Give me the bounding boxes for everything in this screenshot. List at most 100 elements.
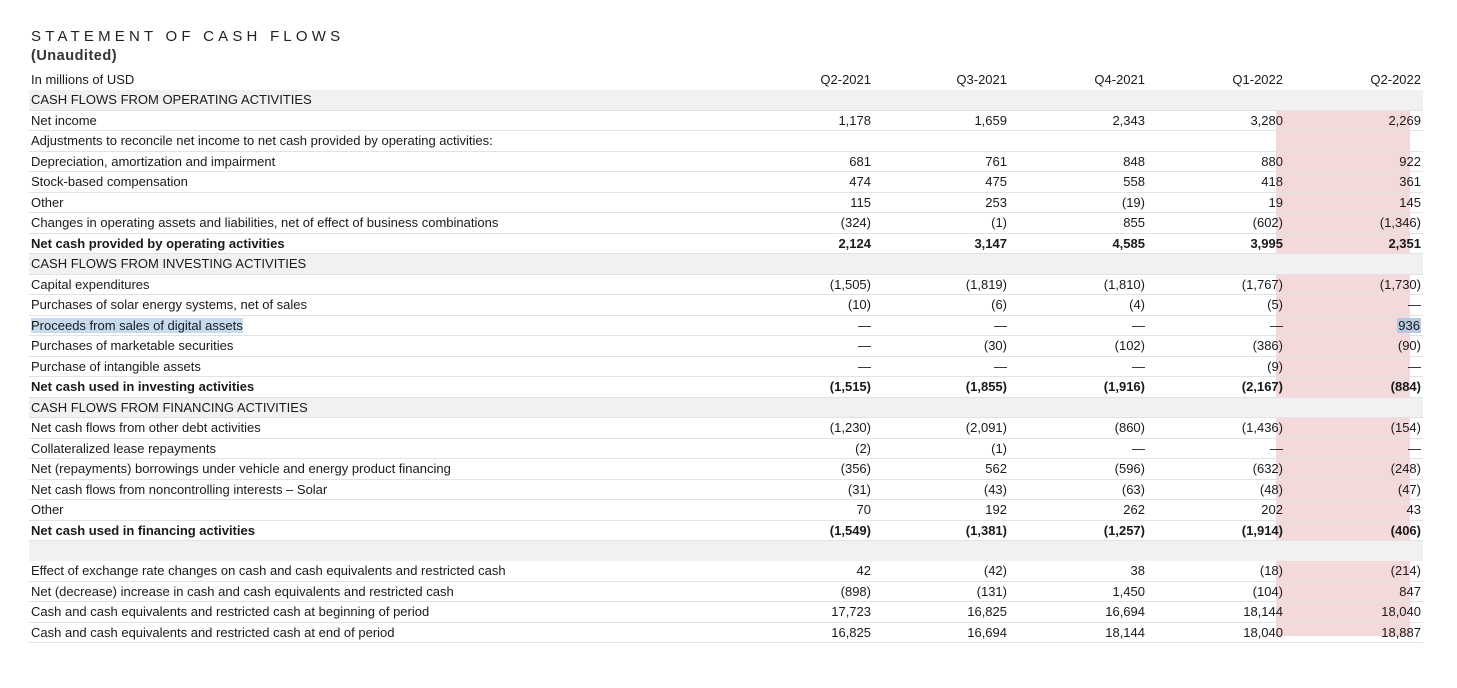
- value-cell: 1,450: [1009, 581, 1147, 602]
- value-cell: 202: [1147, 499, 1285, 521]
- row-label: Other: [29, 499, 601, 521]
- value-cell: (1,916): [1009, 376, 1147, 398]
- value-cell: [1009, 90, 1147, 111]
- value-cell: 17,723: [601, 601, 871, 623]
- value-cell: 855: [1009, 212, 1147, 234]
- value-cell: 3,280: [1147, 110, 1285, 131]
- value-cell: 38: [1009, 561, 1147, 582]
- value-cell: (2): [601, 438, 871, 459]
- row-label: Effect of exchange rate changes on cash …: [29, 561, 601, 582]
- section-header-row: CASH FLOWS FROM FINANCING ACTIVITIES: [29, 397, 1423, 418]
- value-cell: (42): [871, 561, 1009, 582]
- value-cell: 562: [871, 458, 1009, 480]
- value-cell: 192: [871, 499, 1009, 521]
- table-row: Cash and cash equivalents and restricted…: [29, 622, 1423, 643]
- value-cell: [601, 130, 871, 152]
- value-cell: 474: [601, 171, 871, 193]
- row-label: Purchase of intangible assets: [29, 356, 601, 377]
- selected-value[interactable]: 936: [1397, 317, 1421, 333]
- value-cell: (154): [1285, 417, 1423, 439]
- value-cell: [1009, 397, 1147, 418]
- period-header: Q4-2021: [1094, 72, 1145, 88]
- value-cell: 253: [871, 192, 1009, 213]
- value-cell: 18,887: [1285, 622, 1423, 643]
- value-cell: [1009, 540, 1147, 561]
- value-cell: (1,914): [1147, 520, 1285, 541]
- value-cell: (1,505): [601, 274, 871, 295]
- value-cell: (324): [601, 212, 871, 234]
- value-cell: (90): [1285, 335, 1423, 357]
- value-cell: 145: [1285, 192, 1423, 213]
- selected-text[interactable]: Proceeds from sales of digital assets: [31, 317, 243, 333]
- value-cell: (1,257): [1009, 520, 1147, 541]
- row-label: Purchases of marketable securities: [29, 335, 601, 357]
- value-cell: [1147, 253, 1285, 275]
- table-row: Adjustments to reconcile net income to n…: [29, 130, 1423, 152]
- row-label: Net (repayments) borrowings under vehicl…: [29, 458, 601, 480]
- row-label: Proceeds from sales of digital assets: [29, 315, 601, 336]
- table-row: Net income 1,178 1,659 2,343 3,280 2,269: [29, 110, 1423, 131]
- table-row: Collateralized lease repayments (2) (1) — — —: [29, 438, 1423, 459]
- value-cell: (1,730): [1285, 274, 1423, 295]
- statement-subtitle: (Unaudited): [31, 48, 118, 64]
- value-cell: [1285, 540, 1423, 561]
- value-cell: (131): [871, 581, 1009, 602]
- value-cell: [1285, 253, 1423, 275]
- value-cell: —: [601, 356, 871, 377]
- row-label: Other: [29, 192, 601, 213]
- value-cell: (898): [601, 581, 871, 602]
- row-label: CASH FLOWS FROM FINANCING ACTIVITIES: [29, 397, 601, 418]
- table-row: Cash and cash equivalents and restricted…: [29, 601, 1423, 623]
- total-row: Net cash provided by operating activitie…: [29, 233, 1423, 254]
- value-cell: (1,381): [871, 520, 1009, 541]
- value-cell: 3,995: [1147, 233, 1285, 254]
- row-label: CASH FLOWS FROM INVESTING ACTIVITIES: [29, 253, 601, 275]
- period-header: Q2-2021: [820, 72, 871, 88]
- value-cell: (386): [1147, 335, 1285, 357]
- value-cell: 847: [1285, 581, 1423, 602]
- value-cell: 848: [1009, 151, 1147, 172]
- value-cell: [1147, 540, 1285, 561]
- value-cell: 18,040: [1285, 601, 1423, 623]
- value-cell: (2,091): [871, 417, 1009, 439]
- value-cell: (632): [1147, 458, 1285, 480]
- value-cell: 262: [1009, 499, 1147, 521]
- value-cell: (6): [871, 294, 1009, 316]
- value-cell: (31): [601, 479, 871, 500]
- value-cell: —: [1147, 315, 1285, 336]
- value-cell: 70: [601, 499, 871, 521]
- value-cell: (1): [871, 438, 1009, 459]
- table-row: Proceeds from sales of digital assets — — —…: [29, 315, 1423, 336]
- value-cell: [1147, 397, 1285, 418]
- value-cell: (1,346): [1285, 212, 1423, 234]
- total-row: Net cash used in investing activities (1,…: [29, 376, 1423, 398]
- value-cell: (1,819): [871, 274, 1009, 295]
- period-header: Q3-2021: [956, 72, 1007, 88]
- value-cell: 16,694: [871, 622, 1009, 643]
- table-row: Purchases of solar energy systems, net o…: [29, 294, 1423, 316]
- table-row: Changes in operating assets and liabilit…: [29, 212, 1423, 234]
- value-cell: 681: [601, 151, 871, 172]
- value-cell: [871, 397, 1009, 418]
- table-row: Other 70 192 262 202 43: [29, 499, 1423, 521]
- value-cell: 4,585: [1009, 233, 1147, 254]
- table-row: Purchase of intangible assets — — — (9) —: [29, 356, 1423, 377]
- value-cell: —: [871, 315, 1009, 336]
- value-cell: [601, 397, 871, 418]
- value-cell: 2,124: [601, 233, 871, 254]
- value-cell: [871, 90, 1009, 111]
- row-label: Net cash provided by operating activitie…: [29, 233, 601, 254]
- value-cell: [1009, 130, 1147, 152]
- row-label: Net cash flows from noncontrolling inter…: [29, 479, 601, 500]
- value-cell: [871, 130, 1009, 152]
- value-cell: 18,144: [1147, 601, 1285, 623]
- row-label: Depreciation, amortization and impairmen…: [29, 151, 601, 172]
- value-cell: [601, 90, 871, 111]
- value-cell: 418: [1147, 171, 1285, 193]
- value-cell: 19: [1147, 192, 1285, 213]
- table-header-row: In millions of USD Q2-2021 Q3-2021 Q4-20…: [29, 70, 1423, 90]
- value-cell: [871, 540, 1009, 561]
- value-cell: 1,178: [601, 110, 871, 131]
- value-cell: [601, 253, 871, 275]
- value-cell: (860): [1009, 417, 1147, 439]
